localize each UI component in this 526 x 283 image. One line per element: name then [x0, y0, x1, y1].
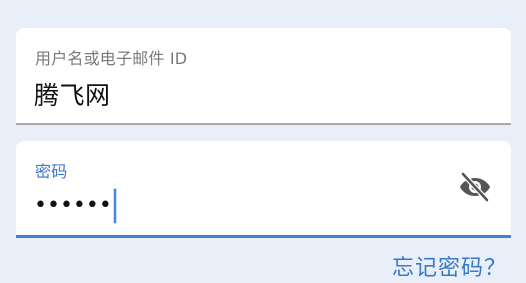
password-input[interactable]: •••••• — [34, 189, 116, 223]
password-field[interactable]: 密码 •••••• — [16, 141, 511, 238]
password-label: 密码 — [35, 162, 68, 181]
password-masked-value: •••••• — [34, 193, 112, 218]
username-input[interactable]: 腾飞网 — [34, 76, 111, 112]
password-visibility-toggle[interactable] — [457, 171, 493, 207]
text-caret — [113, 189, 116, 223]
username-field[interactable]: 用户名或电子邮件 ID 腾飞网 — [16, 28, 511, 125]
eye-off-icon — [458, 171, 492, 206]
username-label: 用户名或电子邮件 ID — [35, 49, 188, 68]
forgot-password-link[interactable]: 忘记密码？ — [392, 250, 507, 282]
